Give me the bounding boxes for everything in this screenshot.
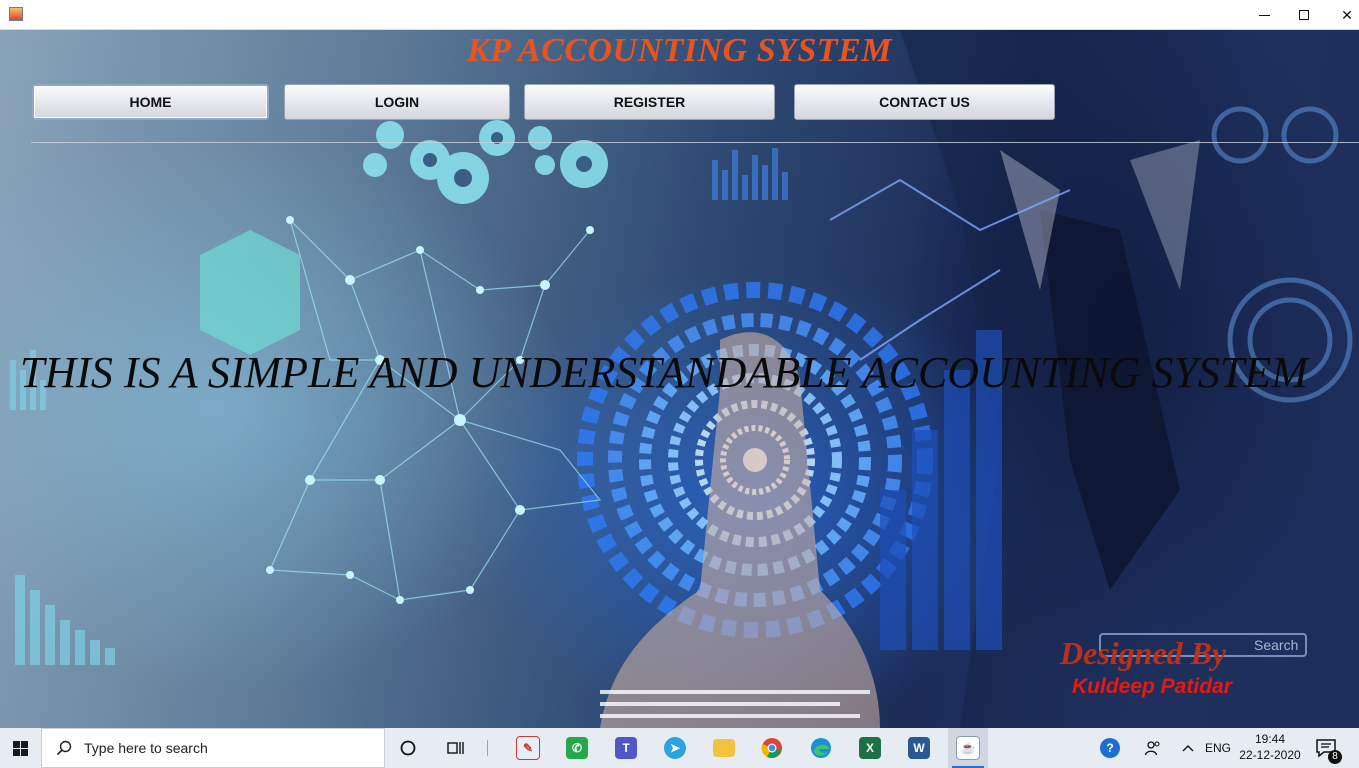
header-separator bbox=[31, 142, 1359, 143]
minimize-icon bbox=[1258, 14, 1270, 16]
contact-us-button[interactable]: CONTACT US bbox=[794, 84, 1055, 120]
search-icon bbox=[56, 740, 72, 756]
whatsapp-taskbar-button[interactable]: ✆ bbox=[557, 728, 597, 768]
app-title: KP ACCOUNTING SYSTEM bbox=[467, 32, 892, 69]
windows-logo-icon bbox=[12, 740, 28, 756]
word-taskbar-button[interactable]: W bbox=[899, 728, 939, 768]
taskbar-search-box[interactable]: Type here to search bbox=[41, 728, 385, 768]
clock-time: 19:44 bbox=[1254, 732, 1286, 746]
chevron-up-icon bbox=[1182, 745, 1194, 752]
notification-count-badge: 8 bbox=[1328, 750, 1342, 764]
excel-taskbar-button[interactable]: X bbox=[850, 728, 890, 768]
edge-icon bbox=[811, 738, 831, 758]
window-title-bar: ✕ bbox=[0, 0, 1359, 30]
people-icon bbox=[1144, 741, 1160, 756]
java-taskbar-button[interactable]: ☕ bbox=[948, 728, 988, 768]
cortana-button[interactable] bbox=[388, 728, 428, 768]
clock-date: 22-12-2020 bbox=[1239, 748, 1301, 762]
telegram-icon: ➤ bbox=[664, 737, 686, 759]
paint-icon: ✎ bbox=[516, 736, 540, 760]
teams-taskbar-button[interactable]: T bbox=[606, 728, 646, 768]
home-button[interactable]: HOME bbox=[32, 84, 269, 120]
cortana-icon bbox=[400, 740, 416, 756]
help-button[interactable]: ? bbox=[1090, 728, 1130, 768]
word-icon: W bbox=[908, 737, 930, 759]
whatsapp-icon: ✆ bbox=[566, 737, 588, 759]
edge-taskbar-button[interactable] bbox=[801, 728, 841, 768]
java-app-icon[interactable] bbox=[9, 7, 23, 21]
people-button[interactable] bbox=[1133, 728, 1173, 768]
close-button[interactable]: ✕ bbox=[1324, 0, 1359, 30]
task-view-button[interactable] bbox=[436, 728, 476, 768]
paint-taskbar-button[interactable]: ✎ bbox=[508, 728, 548, 768]
marquee-text: THIS IS A SIMPLE AND UNDERSTANDABLE ACCO… bbox=[20, 348, 1308, 397]
maximize-icon bbox=[1299, 10, 1309, 20]
svg-text:Search: Search bbox=[1254, 637, 1298, 653]
windows-taskbar: Type here to search ✎ ✆ T ➤ X W ☕ ? ENG … bbox=[0, 728, 1359, 768]
chrome-taskbar-button[interactable] bbox=[752, 728, 792, 768]
start-button[interactable] bbox=[0, 728, 40, 768]
main-panel: Search KP ACCOUNTING SYSTEM HOME LOGIN R… bbox=[0, 30, 1359, 728]
close-icon: ✕ bbox=[1341, 6, 1353, 23]
maximize-button[interactable] bbox=[1281, 0, 1327, 30]
help-icon: ? bbox=[1100, 738, 1120, 758]
login-button[interactable]: LOGIN bbox=[284, 84, 510, 120]
taskbar-divider bbox=[487, 740, 488, 756]
designed-by-label: Designed By bbox=[1060, 635, 1227, 671]
java-icon: ☕ bbox=[956, 736, 980, 760]
show-hidden-icons-button[interactable] bbox=[1168, 728, 1208, 768]
chrome-icon bbox=[761, 738, 782, 758]
task-view-icon bbox=[447, 742, 464, 754]
register-button[interactable]: REGISTER bbox=[524, 84, 775, 120]
designer-name: Kuldeep Patidar bbox=[1072, 675, 1232, 698]
search-placeholder: Type here to search bbox=[84, 740, 208, 756]
input-language[interactable]: ENG bbox=[1205, 741, 1231, 755]
excel-icon: X bbox=[859, 737, 881, 759]
telegram-taskbar-button[interactable]: ➤ bbox=[655, 728, 695, 768]
teams-icon: T bbox=[615, 737, 637, 759]
taskbar-clock[interactable]: 19:44 22-12-2020 bbox=[1232, 731, 1308, 763]
file-explorer-taskbar-button[interactable] bbox=[704, 728, 744, 768]
file-explorer-icon bbox=[713, 739, 735, 757]
